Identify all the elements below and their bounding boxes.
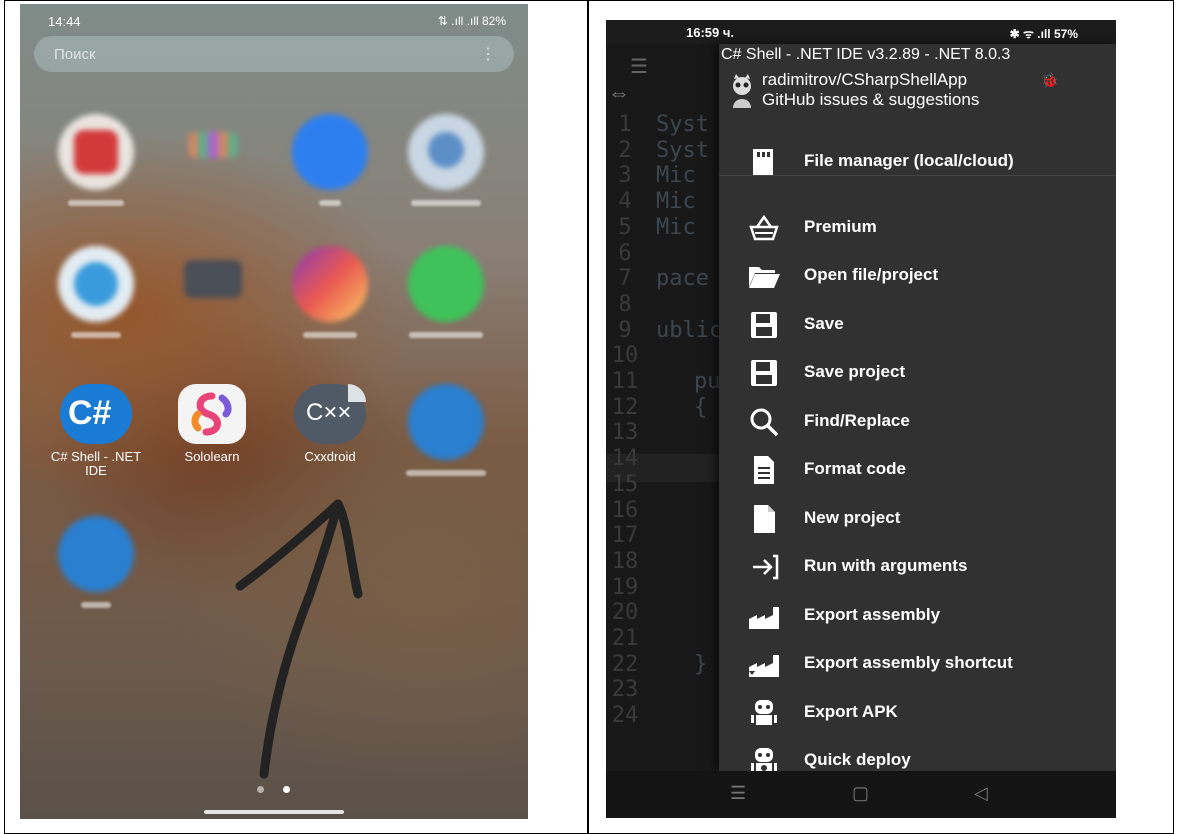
- menu-item-label: Export APK: [804, 702, 898, 721]
- code-line: }: [694, 651, 708, 677]
- code-line: {: [694, 394, 708, 420]
- menu-item-label: Save project: [804, 362, 906, 381]
- new-file-icon: [747, 504, 781, 534]
- menu-item-export-apk[interactable]: Export APK: [719, 691, 1116, 735]
- menu-item-export-assembly[interactable]: Export assembly: [719, 594, 1116, 638]
- menu-item-find-replace[interactable]: Find/Replace: [719, 400, 1116, 444]
- line-number: 20: [611, 600, 639, 626]
- menu-item-premium[interactable]: Premium: [719, 206, 1116, 250]
- line-number: 3: [618, 163, 632, 189]
- line-number: 7: [618, 266, 632, 292]
- github-repo-link[interactable]: radimitrov/CSharpShellApp: [762, 70, 967, 90]
- github-issues-link[interactable]: GitHub issues & suggestions: [762, 90, 979, 110]
- line-number: 15: [611, 471, 639, 497]
- code-line: pu: [694, 369, 721, 394]
- menu-item-label: File manager (local/cloud): [804, 151, 1014, 170]
- line-number: 5: [618, 214, 632, 240]
- code-line: Mic: [656, 189, 696, 215]
- github-cat-icon: [733, 74, 751, 108]
- document-icon: [747, 455, 781, 485]
- line-number: 19: [611, 574, 639, 600]
- menu-item-format-code[interactable]: Format code: [719, 448, 1116, 492]
- menu-item-open-file-project[interactable]: Open file/project: [719, 254, 1116, 298]
- line-number: 14: [611, 446, 639, 472]
- home-gesture-bar[interactable]: [204, 810, 344, 814]
- menu-item-label: New project: [804, 508, 901, 527]
- status-time: 16:59 ч.: [686, 25, 735, 40]
- home-nav-icon[interactable]: ▢: [852, 783, 869, 804]
- code-line: pace: [656, 266, 709, 292]
- menu-item-save[interactable]: Save: [719, 303, 1116, 347]
- drawn-arrow-annotation: [235, 499, 363, 779]
- code-line: Syst: [656, 137, 709, 163]
- line-number: 24: [611, 703, 639, 729]
- search-icon: [747, 407, 781, 437]
- menu-item-label: Format code: [804, 459, 907, 478]
- code-line: Syst: [656, 112, 709, 137]
- menu-item-label: Find/Replace: [804, 411, 910, 430]
- home-screen: 14:44 ⇅ .ıll .ıll 82% Поиск ⋮ C# C# Shel…: [20, 4, 528, 819]
- folder-open-icon: [747, 261, 781, 291]
- code-line: ublic: [656, 317, 723, 343]
- line-number: 23: [611, 677, 639, 703]
- line-number: 11: [611, 369, 639, 394]
- line-number: 2: [618, 137, 632, 163]
- status-bar: 16:59 ч. ✱ ᯤ .ıll 57%: [606, 20, 1116, 44]
- menu-icon[interactable]: ☰: [630, 54, 648, 79]
- menu-item-label: Export assembly shortcut: [804, 653, 1013, 672]
- menu-item-save-project[interactable]: Save project: [719, 351, 1116, 395]
- recents-nav-icon[interactable]: ☰: [730, 783, 746, 804]
- android-nav-bar: ☰ ▢ ◁: [606, 771, 1116, 818]
- menu-item-label: Save: [804, 314, 844, 333]
- line-number: 13: [611, 420, 639, 446]
- page-indicator-2: [283, 786, 290, 793]
- line-number: 1: [618, 112, 632, 137]
- app-version-title: C# Shell - .NET IDE v3.2.89 - .NET 8.0.3: [721, 46, 1011, 63]
- bug-icon: 🐞: [1041, 72, 1059, 88]
- line-number: 17: [611, 523, 639, 549]
- line-number: 4: [618, 189, 632, 215]
- line-number: 9: [618, 317, 632, 343]
- run-arrow-icon: [747, 552, 781, 582]
- page-indicator-1: [257, 786, 264, 793]
- menu-item-export-assembly-shortcut[interactable]: Export assembly shortcut: [719, 642, 1116, 686]
- status-indicators: ✱ ᯤ .ıll 57%: [1009, 27, 1078, 41]
- menu-item-label: Open file/project: [804, 265, 939, 284]
- menu-item-file-manager-local-cloud[interactable]: File manager (local/cloud): [719, 140, 1116, 184]
- line-number: 12: [611, 394, 639, 420]
- csharp-shell-screen: 16:59 ч. ✱ ᯤ .ıll 57% ☰ ⇔ 1 Syst 2 Syst 3 Mic…: [606, 20, 1116, 818]
- menu-item-label: Export assembly: [804, 605, 941, 624]
- menu-item-label: Run with arguments: [804, 556, 968, 575]
- basket-icon: [747, 213, 781, 243]
- menu-item-label: Quick deploy: [804, 750, 911, 769]
- line-number: 22: [611, 651, 639, 677]
- menu-item-label: Premium: [804, 217, 877, 236]
- android-robot-icon: [747, 698, 781, 728]
- sd-card-icon: [747, 147, 781, 177]
- resize-horizontal-icon[interactable]: ⇔: [608, 80, 630, 106]
- line-number: 21: [611, 626, 639, 651]
- line-number: 16: [611, 497, 639, 523]
- factory-icon: [747, 601, 781, 631]
- factory-shortcut-icon: [747, 649, 781, 679]
- code-line: Mic: [656, 163, 696, 189]
- menu-item-new-project[interactable]: New project: [719, 497, 1116, 541]
- line-number: 18: [611, 548, 639, 574]
- line-number: 6: [618, 240, 632, 266]
- floppy-icon: [747, 310, 781, 340]
- menu-item-run-with-arguments[interactable]: Run with arguments: [719, 545, 1116, 589]
- line-number: 8: [618, 291, 632, 317]
- line-number: 10: [611, 343, 639, 369]
- code-line: Mic: [656, 214, 696, 240]
- floppy-icon: [747, 358, 781, 388]
- navigation-drawer: C# Shell - .NET IDE v3.2.89 - .NET 8.0.3…: [719, 44, 1116, 773]
- back-nav-icon[interactable]: ◁: [974, 783, 988, 804]
